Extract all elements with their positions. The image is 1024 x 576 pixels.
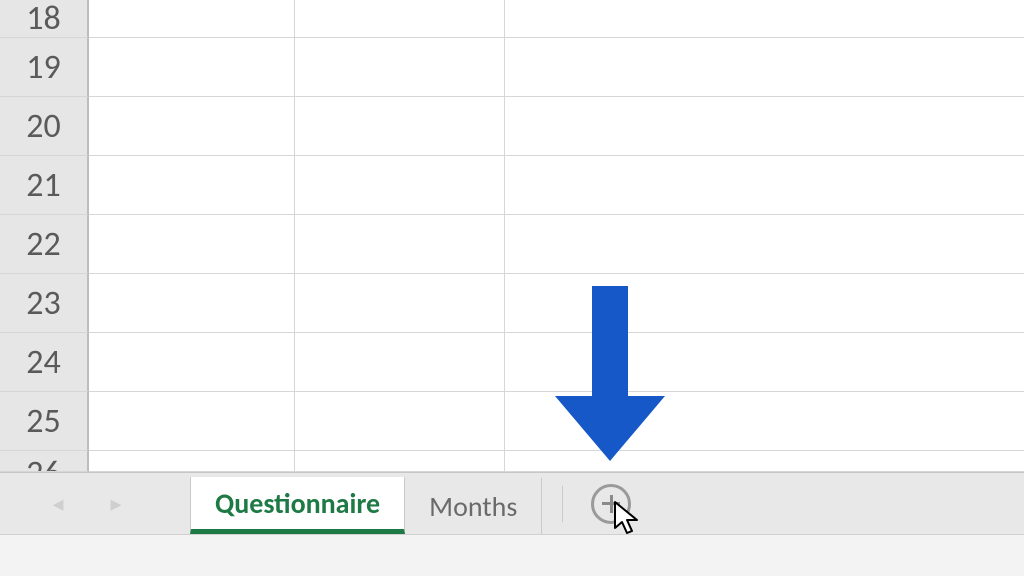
cell[interactable] [89, 392, 295, 451]
cell[interactable] [505, 392, 1024, 451]
cell[interactable] [295, 97, 505, 156]
grid-row[interactable]: 21 [0, 156, 1024, 215]
grid-row[interactable]: 20 [0, 97, 1024, 156]
tab-divider [562, 486, 563, 522]
grid-row[interactable]: 18 [0, 0, 1024, 38]
cell[interactable] [295, 333, 505, 392]
grid-row[interactable]: 23 [0, 274, 1024, 333]
cell[interactable] [505, 0, 1024, 38]
status-bar [0, 534, 1024, 576]
cell[interactable] [295, 451, 505, 472]
cell[interactable] [505, 97, 1024, 156]
row-header[interactable]: 25 [0, 392, 89, 451]
sheet-tab-bar: ◂ ▸ Questionnaire Months [0, 472, 1024, 534]
cell[interactable] [89, 274, 295, 333]
grid-row[interactable]: 24 [0, 333, 1024, 392]
cell[interactable] [89, 38, 295, 97]
cell[interactable] [89, 97, 295, 156]
grid-row[interactable]: 26 [0, 451, 1024, 472]
row-header[interactable]: 19 [0, 38, 89, 97]
cell[interactable] [89, 0, 295, 38]
cell[interactable] [505, 215, 1024, 274]
row-header[interactable]: 21 [0, 156, 89, 215]
row-header[interactable]: 26 [0, 451, 89, 472]
cell[interactable] [295, 215, 505, 274]
excel-window: 18 19 20 21 22 [0, 0, 1024, 576]
row-header[interactable]: 24 [0, 333, 89, 392]
cell[interactable] [505, 274, 1024, 333]
cell[interactable] [505, 333, 1024, 392]
sheet-prev-button[interactable]: ◂ [46, 492, 70, 516]
sheet-tab-months[interactable]: Months [405, 478, 542, 534]
spreadsheet-grid[interactable]: 18 19 20 21 22 [0, 0, 1024, 472]
cell[interactable] [89, 451, 295, 472]
cell[interactable] [505, 38, 1024, 97]
cell[interactable] [505, 156, 1024, 215]
row-header[interactable]: 20 [0, 97, 89, 156]
cell[interactable] [295, 0, 505, 38]
row-header[interactable]: 23 [0, 274, 89, 333]
sheet-tabs: Questionnaire Months [190, 473, 542, 534]
cell[interactable] [295, 38, 505, 97]
cell[interactable] [89, 333, 295, 392]
grid-row[interactable]: 25 [0, 392, 1024, 451]
cell[interactable] [295, 156, 505, 215]
sheet-nav: ◂ ▸ [0, 473, 190, 534]
row-header[interactable]: 18 [0, 0, 89, 38]
cell[interactable] [89, 156, 295, 215]
new-sheet-button[interactable] [591, 484, 631, 524]
sheet-tab-questionnaire[interactable]: Questionnaire [190, 477, 405, 534]
cell[interactable] [89, 215, 295, 274]
cell[interactable] [295, 392, 505, 451]
grid-row[interactable]: 19 [0, 38, 1024, 97]
sheet-next-button[interactable]: ▸ [104, 492, 128, 516]
grid-row[interactable]: 22 [0, 215, 1024, 274]
row-header[interactable]: 22 [0, 215, 89, 274]
cell[interactable] [295, 274, 505, 333]
cell[interactable] [505, 451, 1024, 472]
